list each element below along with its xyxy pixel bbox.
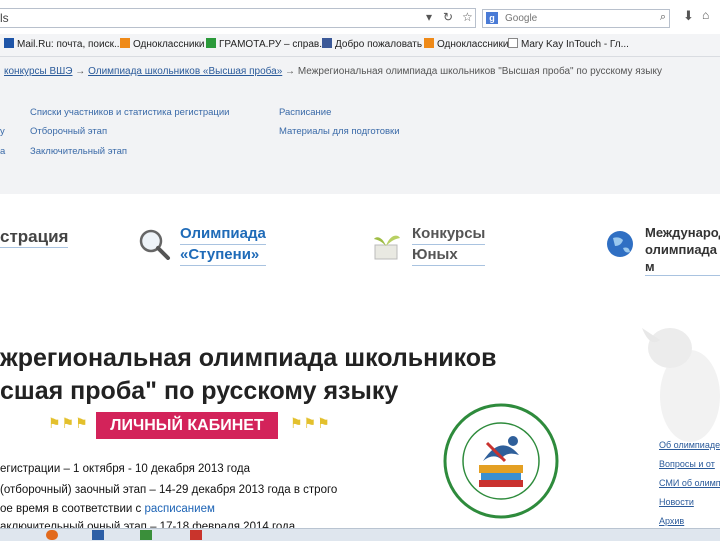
info-line-time: ое время в соответствии с расписанием — [0, 503, 215, 515]
home-icon[interactable]: ⌂ — [702, 8, 709, 22]
bookmark-marykay[interactable]: Mary Kay InTouch - Гл... — [508, 38, 629, 50]
menu-link-participants[interactable]: Списки участников и статистика регистрац… — [30, 107, 229, 118]
vk-icon — [322, 38, 332, 48]
search-input[interactable] — [505, 11, 645, 25]
reload-icon[interactable]: ↻ — [443, 10, 453, 24]
olympiad-logo — [443, 403, 559, 519]
bookmark-welcome[interactable]: Добро пожаловать — [322, 38, 422, 50]
card-international[interactable]: Международ олимпиада м — [645, 224, 720, 276]
google-icon: g — [486, 12, 498, 24]
dropdown-arrow-icon[interactable]: ▾ — [426, 10, 432, 24]
side-link-media[interactable]: СМИ об олимп — [659, 478, 720, 488]
bookmark-gramota[interactable]: ГРАМОТА.РУ – справ... — [206, 38, 328, 50]
card-registration[interactable]: страция — [0, 227, 69, 248]
app-icon[interactable] — [140, 530, 152, 540]
breadcrumb-link-olympiad[interactable]: Олимпиада школьников «Высшая проба» — [88, 66, 282, 77]
menu-link-materials[interactable]: Материалы для подготовки — [279, 126, 400, 137]
globe-icon — [603, 228, 637, 260]
flags-icon: ⚑⚑⚑ — [48, 415, 89, 431]
taskbar — [0, 528, 720, 541]
bookmark-odnoklassniki[interactable]: Одноклассники — [120, 38, 204, 50]
info-line-qualifying: (отборочный) заочный этап – 14-29 декабр… — [0, 484, 338, 496]
word-icon[interactable] — [92, 530, 104, 540]
url-text: ls — [0, 11, 9, 25]
personal-cabinet-button[interactable]: ЛИЧНЫЙ КАБИНЕТ — [96, 412, 278, 439]
card-konkursy[interactable]: Конкурсы Юных — [412, 224, 486, 266]
search-box[interactable]: g ⌕ — [482, 9, 670, 28]
info-line-registration: егистрации – 1 октября - 10 декабря 2013… — [0, 463, 251, 475]
card-stupeni[interactable]: Олимпиада «Ступени» — [180, 224, 266, 266]
page-title-line2: сшая проба" по русскому языку — [0, 377, 399, 405]
breadcrumb-current: Межрегиональная олимпиада школьников "Вы… — [297, 66, 662, 77]
download-icon[interactable]: ⬇ — [683, 8, 694, 24]
breadcrumb-link-contests[interactable]: конкурсы ВШЭ — [4, 66, 73, 77]
odnoklassniki-icon — [424, 38, 434, 48]
menu-link-qualifying[interactable]: Отборочный этап — [30, 126, 107, 137]
address-bar[interactable]: ls — [0, 8, 476, 28]
app-icon[interactable] — [190, 530, 202, 540]
bookmark-mailru[interactable]: Mail.Ru: почта, поиск... — [4, 38, 122, 50]
star-icon[interactable]: ☆ — [462, 10, 473, 24]
menu-link-left-1[interactable]: у — [0, 126, 5, 137]
gramota-icon — [206, 38, 216, 48]
schedule-link[interactable]: расписанием — [144, 503, 214, 515]
plant-icon — [370, 230, 404, 262]
side-link-archive[interactable]: Архив — [659, 516, 684, 526]
mailru-icon — [4, 38, 14, 48]
menu-link-final[interactable]: Заключительный этап — [30, 146, 127, 157]
odnoklassniki-icon — [120, 38, 130, 48]
firefox-icon[interactable] — [46, 530, 58, 540]
breadcrumb: конкурсы ВШЭ → Олимпиада школьников «Выс… — [4, 66, 662, 77]
flags-icon: ⚑⚑⚑ — [290, 415, 331, 431]
menu-link-schedule[interactable]: Расписание — [279, 107, 331, 118]
side-link-news[interactable]: Новости — [659, 497, 694, 507]
side-link-faq[interactable]: Вопросы и от — [659, 459, 715, 469]
mascot-figure — [630, 318, 720, 448]
side-link-about[interactable]: Об олимпиаде — [659, 440, 720, 450]
menu-link-left-2[interactable]: а — [0, 146, 5, 157]
bookmark-odnoklassniki-2[interactable]: Одноклассники — [424, 38, 508, 50]
bookmarks-bar: Mail.Ru: почта, поиск... Одноклассники Г… — [0, 34, 720, 57]
magnifier-icon — [137, 228, 171, 260]
page-title-line1: жрегиональная олимпиада школьников — [0, 344, 497, 372]
search-icon[interactable]: ⌕ — [660, 11, 666, 24]
page-icon — [508, 38, 518, 48]
